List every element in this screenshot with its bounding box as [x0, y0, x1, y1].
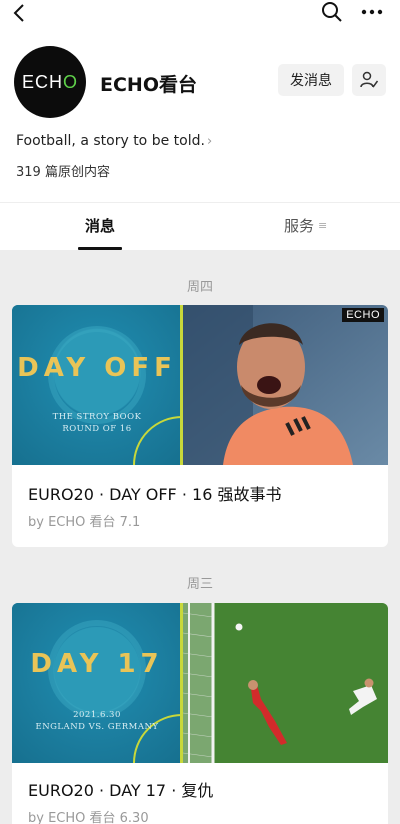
article-meta: by ECHO 看台 7.1	[28, 515, 141, 530]
thumbnail-caption: ENGLAND VS. GERMANY	[35, 722, 159, 732]
thumbnail-pitch-panel: DAY OFF THE STROY BOOK ROUND OF 16	[12, 305, 182, 465]
account-intro[interactable]: Football, a story to be told.	[16, 133, 205, 149]
article-title[interactable]: EURO20 · DAY OFF · 16 强故事书	[28, 481, 281, 505]
menu-lines-icon: ≡	[318, 219, 328, 232]
tab-bar: 消息 服务 ≡	[0, 202, 400, 250]
echo-logo-stamp: ECHO	[342, 308, 384, 322]
date-divider: 周四	[186, 280, 213, 295]
article-meta: by ECHO 看台 6.30	[28, 811, 149, 824]
send-message-button[interactable]: 发消息	[278, 64, 344, 96]
avatar-text: O	[63, 71, 79, 92]
avatar-text: H	[49, 71, 63, 92]
chevron-right-icon[interactable]: ›	[207, 134, 212, 149]
article-card[interactable]: DAY OFF THE STROY BOOK ROUND OF 16 ECHO …	[12, 305, 388, 547]
thumbnail-headline: DAY OFF	[17, 353, 177, 383]
match-photo	[182, 603, 388, 763]
chevron-left-icon[interactable]	[10, 2, 30, 24]
search-icon[interactable]	[320, 1, 344, 23]
more-dots-icon[interactable]	[358, 2, 386, 22]
article-card[interactable]: DAY 17 2021.6.30 ENGLAND VS. GERMANY EUR…	[12, 603, 388, 824]
tab-services[interactable]: 服务	[284, 215, 314, 236]
account-name: ECHO看台	[100, 74, 197, 96]
thumbnail-caption: ROUND OF 16	[62, 424, 132, 434]
account-profile: EC H O ECHO看台 发消息 Football, a story to be …	[0, 26, 400, 202]
article-thumbnail[interactable]: DAY OFF THE STROY BOOK ROUND OF 16 ECHO	[12, 305, 388, 465]
user-check-icon	[360, 71, 379, 88]
follow-button[interactable]	[352, 64, 386, 96]
trophy-watermark-icon	[48, 620, 182, 763]
article-title[interactable]: EURO20 · DAY 17 · 复仇	[28, 777, 213, 801]
article-thumbnail[interactable]: DAY 17 2021.6.30 ENGLAND VS. GERMANY	[12, 603, 388, 763]
date-divider: 周三	[186, 577, 213, 592]
tab-messages[interactable]: 消息	[78, 215, 122, 236]
avatar-text: EC	[21, 71, 49, 92]
avatar[interactable]: EC H O	[14, 46, 86, 118]
thumbnail-headline: DAY 17	[30, 649, 164, 679]
trophy-watermark-icon	[48, 326, 182, 465]
tab-active-indicator	[78, 247, 122, 250]
top-bar	[0, 0, 400, 26]
player-photo: ECHO	[183, 305, 388, 465]
thumbnail-caption: 2021.6.30	[73, 710, 121, 720]
thumbnail-pitch-panel: DAY 17 2021.6.30 ENGLAND VS. GERMANY	[12, 603, 182, 763]
thumbnail-caption: THE STROY BOOK	[52, 412, 142, 422]
article-count: 319 篇原创内容	[16, 165, 110, 180]
